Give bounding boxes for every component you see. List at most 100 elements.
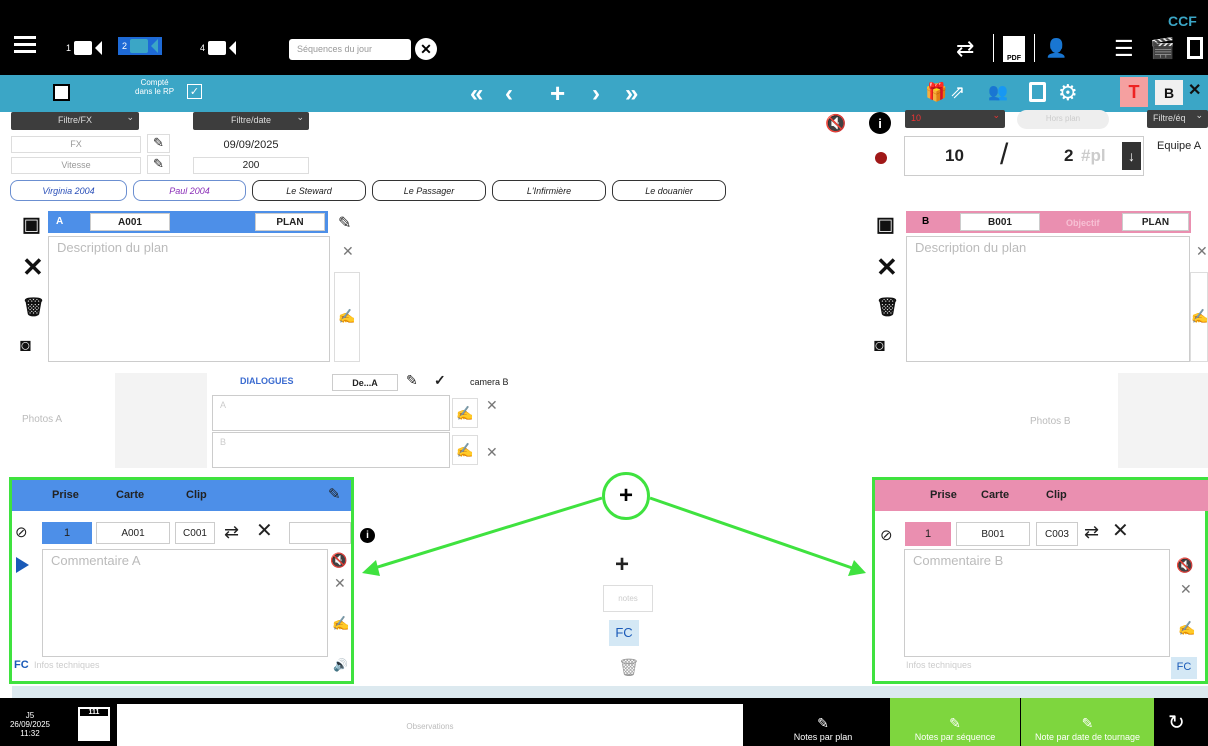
export-icon[interactable]: ⇗ — [950, 82, 965, 103]
tech-info-a[interactable]: Infos techniques — [34, 660, 100, 670]
list-icon[interactable]: ☰ — [1114, 36, 1134, 62]
mute-icon[interactable]: 🔇 — [1176, 557, 1193, 574]
tech-info-b[interactable]: Infos techniques — [906, 660, 972, 670]
clapper-icon[interactable]: 🎬 — [1150, 36, 1175, 61]
text-color-icon[interactable]: T — [1120, 77, 1148, 107]
swap-icon[interactable]: ⇄ — [224, 522, 239, 543]
handwriting-icon[interactable]: ✍ — [452, 435, 478, 465]
add-icon[interactable]: + — [615, 551, 629, 579]
clear-search-icon[interactable]: ✕ — [415, 38, 437, 60]
clear-icon[interactable]: ✕ — [334, 575, 346, 592]
next-icon[interactable]: › — [592, 80, 600, 108]
calendar-icon[interactable]: 111 — [78, 707, 110, 741]
take-number-a[interactable]: 1 — [42, 522, 92, 544]
previous-icon[interactable]: ‹ — [505, 80, 513, 108]
sequence-select[interactable]: 10 — [905, 110, 1005, 128]
pdf-icon[interactable]: PDF — [1003, 36, 1025, 62]
fx-filter-select[interactable]: Filtre/FX — [11, 112, 139, 130]
comment-a-input[interactable]: Commentaire A — [42, 549, 328, 657]
speed-input[interactable]: Vitesse — [11, 157, 141, 174]
photos-b-area[interactable] — [1118, 373, 1208, 468]
check-circle-icon[interactable]: ⊘ — [15, 523, 28, 541]
counted-checkbox[interactable]: ✓ — [187, 84, 202, 99]
swap-icon[interactable]: ⇄ — [1084, 522, 1099, 543]
fc-button[interactable]: FC — [1171, 657, 1197, 679]
plan-code-b[interactable]: B001 — [960, 213, 1040, 231]
handwriting-icon[interactable]: ✍ — [1190, 272, 1208, 362]
character-chip[interactable]: Le douanier — [612, 180, 726, 201]
settings-icon[interactable]: ⚙ — [1058, 80, 1078, 106]
last-icon[interactable]: » — [625, 80, 638, 108]
plan-type-a[interactable]: PLAN — [255, 213, 325, 231]
notes-button[interactable]: notes — [603, 585, 653, 612]
trash-icon[interactable]: 🗑 — [22, 297, 45, 318]
clear-icon[interactable]: ✕ — [342, 243, 354, 260]
handwriting-icon[interactable]: ✍ — [452, 398, 478, 428]
camera-2-button[interactable]: 2 — [118, 37, 163, 55]
trash-icon[interactable]: 🗑 — [876, 297, 899, 318]
sync-icon[interactable]: ↻ — [1168, 710, 1185, 735]
camera-4-button[interactable]: 4 — [200, 39, 237, 57]
close-icon[interactable]: ✕ — [1188, 80, 1201, 100]
date-filter-select[interactable]: Filtre/date — [193, 112, 309, 130]
clip-select-a[interactable]: C001 — [175, 522, 215, 544]
first-icon[interactable]: « — [470, 80, 483, 108]
select-checkbox[interactable] — [53, 84, 70, 101]
take-status-select[interactable] — [289, 522, 351, 544]
fx-input[interactable]: FX — [11, 136, 141, 153]
camera-1-button[interactable]: 1 — [66, 39, 103, 57]
calculator-icon[interactable] — [1187, 37, 1203, 59]
gift-icon[interactable]: 🎁 — [925, 82, 947, 103]
character-chip[interactable]: L'Infirmière — [492, 180, 606, 201]
close-icon[interactable]: ✕ — [22, 252, 44, 283]
sequence-search-input[interactable]: Séquences du jour — [289, 39, 411, 60]
clear-icon[interactable]: ✕ — [486, 397, 498, 414]
speaker-icon[interactable]: 🔊 — [333, 658, 348, 672]
plan-b-description[interactable]: Description du plan — [906, 236, 1190, 362]
plan-a-description[interactable]: Description du plan — [48, 236, 330, 362]
speed-value-select[interactable]: 200 — [193, 157, 309, 174]
edit-fx-icon[interactable]: ✎ — [147, 134, 170, 153]
info-icon[interactable]: i — [869, 112, 891, 134]
character-chip[interactable]: Virginia 2004 — [10, 180, 127, 201]
image-icon[interactable]: ◙ — [20, 335, 31, 356]
handwriting-icon[interactable]: ✍ — [332, 615, 349, 632]
down-arrow-icon[interactable]: ↓ — [1122, 142, 1141, 170]
user-settings-icon[interactable]: 👤 — [1045, 38, 1067, 59]
edit-icon[interactable]: ✎ — [328, 485, 341, 503]
camera-icon[interactable] — [1029, 82, 1046, 102]
take-number-b[interactable]: 1 — [905, 522, 951, 546]
character-chip[interactable]: Paul 2004 — [133, 180, 246, 201]
card-select-a[interactable]: A001 — [96, 522, 170, 544]
edit-speed-icon[interactable]: ✎ — [147, 155, 170, 174]
edit-icon[interactable]: ✎ — [406, 372, 418, 389]
character-chip[interactable]: Le Steward — [252, 180, 366, 201]
swap-icon[interactable]: ⇄ — [956, 36, 974, 62]
mute-icon[interactable]: 🔇 — [330, 552, 347, 569]
card-select-b[interactable]: B001 — [956, 522, 1030, 546]
notes-by-plan-button[interactable]: ✎ Notes par plan — [757, 698, 889, 746]
camera-icon[interactable]: ▣ — [22, 212, 41, 237]
off-plan-toggle[interactable]: Hors plan — [1017, 110, 1109, 129]
observations-input[interactable]: Observations — [117, 704, 743, 746]
mute-icon[interactable]: 🔇 — [825, 114, 846, 134]
clip-select-b[interactable]: C003 — [1036, 522, 1078, 546]
image-icon[interactable]: ◙ — [874, 335, 885, 356]
add-icon[interactable]: + — [550, 78, 565, 109]
photos-a-area[interactable] — [115, 373, 207, 468]
clear-icon[interactable]: ✕ — [1196, 243, 1208, 260]
close-icon[interactable]: ✕ — [256, 518, 273, 543]
plan-code-a[interactable]: A001 — [90, 213, 170, 231]
close-icon[interactable]: ✕ — [876, 252, 898, 283]
plan-type-b[interactable]: PLAN — [1122, 213, 1189, 231]
dialogue-selector[interactable]: De...A — [332, 374, 398, 391]
group-icon[interactable]: 👥 — [988, 82, 1008, 102]
handwriting-icon[interactable]: ✍ — [1178, 620, 1195, 637]
comment-b-input[interactable]: Commentaire B — [904, 549, 1170, 657]
fc-button[interactable]: FC — [609, 620, 639, 646]
clear-icon[interactable]: ✕ — [1180, 581, 1192, 598]
close-icon[interactable]: ✕ — [1112, 518, 1129, 543]
dialogue-b-input[interactable]: B — [212, 432, 450, 468]
character-chip[interactable]: Le Passager — [372, 180, 486, 201]
camera-b-select[interactable]: B — [922, 216, 929, 227]
